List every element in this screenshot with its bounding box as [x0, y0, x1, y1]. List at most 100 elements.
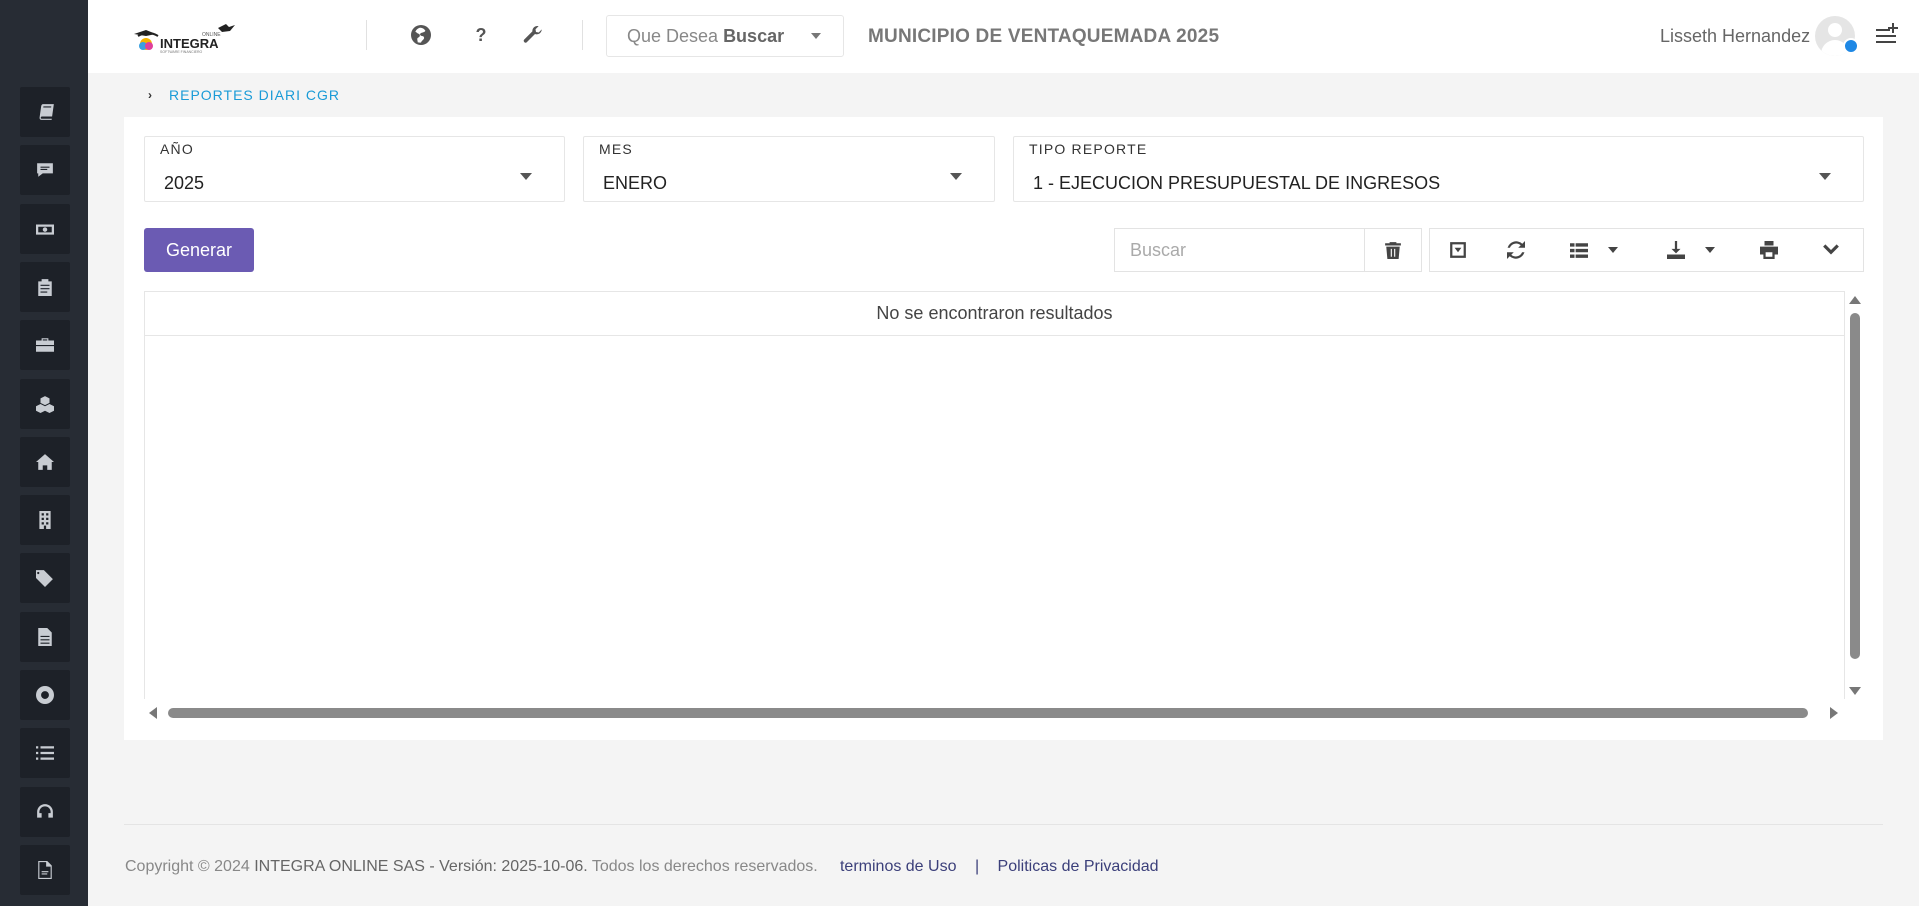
top-header: INTEGRA ONLINE SOFTWARE FINANCIERO ? Que… [88, 0, 1919, 73]
table-search-input[interactable]: Buscar [1114, 228, 1364, 272]
headset-icon [37, 804, 53, 818]
collapse-icon [1450, 242, 1466, 258]
scroll-up-icon[interactable] [1849, 296, 1861, 304]
download-icon [1666, 241, 1685, 259]
terms-link[interactable]: terminos de Uso [840, 858, 957, 875]
refresh-icon [1506, 241, 1525, 259]
footer-separator: | [974, 858, 980, 875]
generate-button[interactable]: Generar [144, 228, 254, 272]
global-search-bold: Buscar [723, 25, 785, 46]
svg-text:INTEGRA: INTEGRA [160, 36, 219, 51]
report-type-value: 1 - EJECUCION PRESUPUESTAL DE INGRESOS [1033, 173, 1441, 193]
sidebar-item-clipboard[interactable] [20, 262, 70, 312]
scroll-down-icon[interactable] [1849, 687, 1861, 695]
money-icon [36, 224, 54, 235]
toggle-filters-button[interactable] [1798, 228, 1864, 272]
header-separator [582, 20, 583, 50]
year-label: AÑO [160, 141, 194, 157]
chevron-down-icon [1822, 244, 1839, 255]
globe-icon [411, 25, 431, 45]
header-separator [366, 20, 367, 50]
sidebar-item-cubes[interactable] [20, 379, 70, 429]
export-button[interactable] [1642, 228, 1740, 272]
sidebar-item-money[interactable] [20, 204, 70, 254]
user-name[interactable]: Lisseth Hernandez [1660, 26, 1810, 47]
footer-company: INTEGRA ONLINE SAS - Versión: 2025-10-06… [254, 858, 588, 875]
sidebar-item-book[interactable] [20, 87, 70, 137]
settings-button[interactable] [520, 22, 546, 48]
scroll-right-icon[interactable] [1830, 707, 1838, 719]
book-icon [39, 104, 54, 120]
sidebar-item-tags[interactable] [20, 553, 70, 603]
chevron-right-icon: › [148, 88, 152, 102]
caret-down-icon [1607, 247, 1618, 253]
global-search-prefix: Que Desea [627, 25, 719, 46]
tags-icon [36, 570, 53, 587]
help-button[interactable]: ? [468, 22, 494, 48]
integra-logo: INTEGRA ONLINE SOFTWARE FINANCIERO [134, 24, 235, 54]
empty-results-message: No se encontraron resultados [145, 292, 1844, 336]
footer-rights: Todos los derechos reservados. [591, 858, 818, 875]
lifebuoy-icon [36, 686, 54, 704]
sidebar-top [0, 0, 88, 74]
question-icon: ? [475, 24, 487, 45]
caret-down-icon [1704, 247, 1715, 253]
refresh-button[interactable] [1486, 228, 1546, 272]
report-card: AÑO 2025 MES ENERO TIPO REPORTE 1 - EJEC… [124, 117, 1883, 740]
wrench-icon [523, 25, 542, 43]
scroll-left-icon[interactable] [149, 707, 157, 719]
file-icon [38, 628, 52, 646]
sidebar-item-file[interactable] [20, 612, 70, 662]
sidebar-item-chat[interactable] [20, 145, 70, 195]
footer-divider [124, 824, 1883, 825]
sidebar-item-building[interactable] [20, 495, 70, 545]
cubes-icon [36, 396, 54, 413]
global-search-dropdown[interactable]: Que Desea Buscar [606, 15, 844, 57]
sidebar-item-home[interactable] [20, 437, 70, 487]
sidebar-item-pdf[interactable] [20, 845, 70, 895]
month-value: ENERO [603, 173, 668, 193]
columns-button[interactable] [1545, 228, 1643, 272]
home-icon [36, 454, 54, 470]
trash-icon [1385, 242, 1401, 259]
online-status-dot [1843, 38, 1859, 54]
caret-down-icon [950, 173, 962, 180]
vertical-scrollbar-thumb[interactable] [1850, 313, 1860, 659]
globe-button[interactable] [408, 22, 434, 48]
breadcrumb: › REPORTES DIARI CGR [88, 73, 1919, 117]
briefcase-icon [36, 338, 54, 352]
privacy-link[interactable]: Politicas de Privacidad [998, 858, 1159, 875]
toggle-view-button[interactable] [1429, 228, 1487, 272]
month-select[interactable]: MES ENERO [583, 136, 995, 202]
svg-text:SOFTWARE FINANCIERO: SOFTWARE FINANCIERO [160, 50, 203, 54]
clear-search-button[interactable] [1364, 228, 1422, 272]
caret-down-icon [1819, 173, 1831, 180]
menu-plus-icon[interactable] [1875, 22, 1901, 48]
svg-text:ONLINE: ONLINE [202, 32, 221, 38]
sidebar-item-briefcase[interactable] [20, 320, 70, 370]
report-type-select[interactable]: TIPO REPORTE 1 - EJECUCION PRESUPUESTAL … [1013, 136, 1864, 202]
breadcrumb-current[interactable]: REPORTES DIARI CGR [169, 87, 340, 103]
sidebar-item-headset[interactable] [20, 787, 70, 837]
results-table: No se encontraron resultados [144, 291, 1863, 721]
year-value: 2025 [164, 173, 205, 193]
year-select[interactable]: AÑO 2025 [144, 136, 565, 202]
caret-down-icon [811, 33, 821, 39]
footer: Copyright © 2024 INTEGRA ONLINE SAS - Ve… [125, 858, 1159, 876]
month-label: MES [599, 141, 633, 157]
sidebar [0, 0, 88, 906]
building-icon [39, 511, 51, 529]
municipality-title: MUNICIPIO DE VENTAQUEMADA 2025 [868, 26, 1220, 47]
columns-icon [1569, 243, 1588, 258]
sidebar-item-lifebuoy[interactable] [20, 670, 70, 720]
caret-down-icon [520, 173, 532, 180]
horizontal-scrollbar-thumb[interactable] [168, 708, 1808, 718]
table-body: No se encontraron resultados [144, 291, 1845, 699]
report-type-label: TIPO REPORTE [1029, 141, 1148, 157]
sidebar-item-list[interactable] [20, 728, 70, 778]
print-button[interactable] [1739, 228, 1799, 272]
avatar-head [1828, 23, 1842, 37]
pdf-icon [38, 861, 52, 879]
footer-copyright: Copyright © 2024 [125, 858, 250, 875]
list-icon [36, 746, 54, 760]
